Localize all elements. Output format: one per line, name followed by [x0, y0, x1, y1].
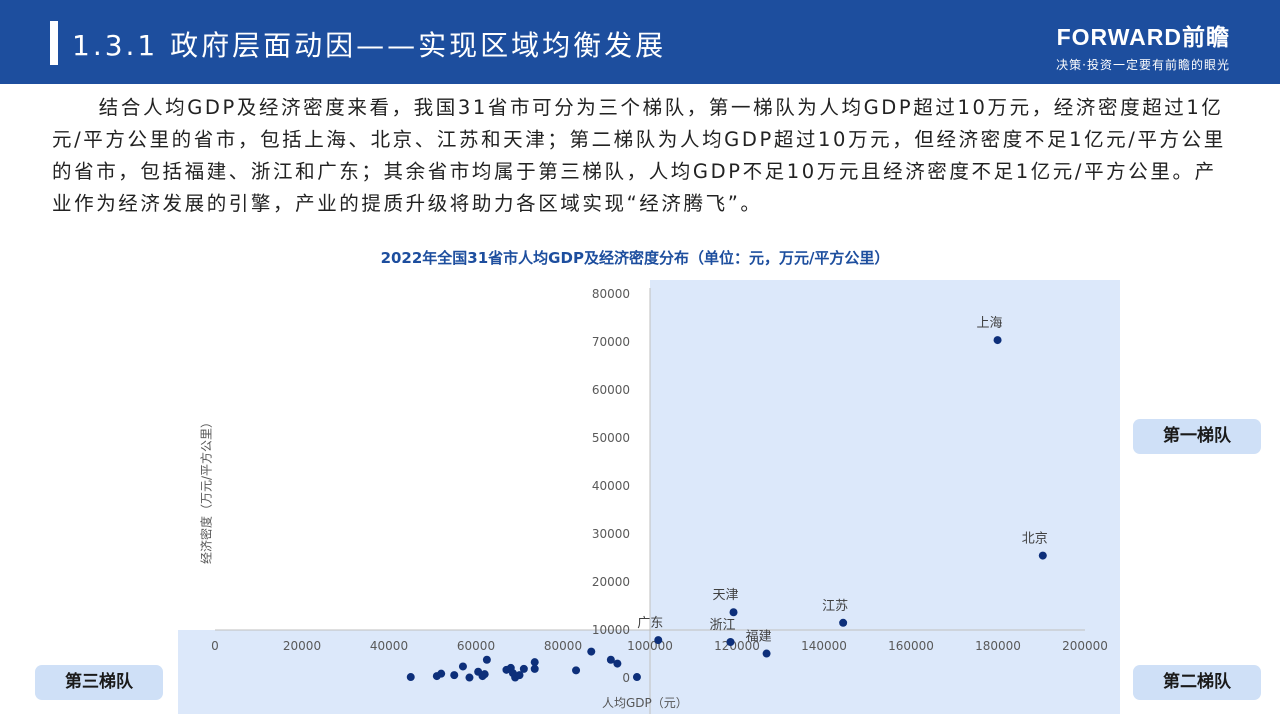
- x-tick-label: 160000: [888, 639, 934, 653]
- data-point-天津: [729, 608, 738, 617]
- data-point: [613, 659, 622, 668]
- data-point: [437, 669, 446, 678]
- data-label: 上海: [977, 316, 1003, 331]
- x-tick-label: 20000: [283, 639, 321, 653]
- scatter-chart: 0 20000 40000 60000 80000 100000 120000 140000 1…: [178, 280, 1120, 714]
- data-point-上海: [993, 336, 1002, 345]
- y-tick-label: 60000: [592, 383, 630, 397]
- data-point-浙江: [726, 638, 735, 646]
- data-point: [530, 664, 539, 673]
- tier-third-label: 第三梯队: [35, 665, 163, 700]
- x-tick-label: 140000: [801, 639, 847, 653]
- y-tick-label: 20000: [592, 575, 630, 589]
- data-point: [587, 647, 596, 656]
- data-point: [572, 666, 581, 675]
- x-tick-label: 0: [211, 639, 219, 653]
- y-tick-label: 50000: [592, 431, 630, 445]
- x-tick-label: 60000: [457, 639, 495, 653]
- x-tick-label: 100000: [627, 639, 673, 653]
- data-point: [632, 673, 641, 682]
- y-tick-label: 0: [622, 671, 630, 685]
- tier-second-label: 第二梯队: [1133, 665, 1261, 700]
- x-tick-label: 180000: [975, 639, 1021, 653]
- data-label: 天津: [713, 588, 739, 603]
- data-point: [482, 655, 491, 664]
- data-label: 北京: [1022, 532, 1048, 547]
- y-tick-label: 10000: [592, 623, 630, 637]
- y-tick-label: 40000: [592, 479, 630, 493]
- data-point: [519, 664, 528, 673]
- x-tick-label: 40000: [370, 639, 408, 653]
- data-point-江苏: [839, 618, 848, 627]
- y-tick-label: 80000: [592, 287, 630, 301]
- data-point-福建: [762, 649, 771, 658]
- x-tick-label: 80000: [544, 639, 582, 653]
- x-tick-label: 200000: [1062, 639, 1108, 653]
- x-axis-label: 人均GDP（元）: [602, 696, 688, 710]
- y-tick-label: 30000: [592, 527, 630, 541]
- data-label: 江苏: [822, 598, 848, 614]
- data-point: [458, 662, 467, 671]
- y-axis-label: 经济密度（万元/平方公里）: [199, 415, 214, 565]
- data-point: [450, 671, 459, 680]
- data-label: 浙江: [709, 618, 735, 633]
- data-label: 福建: [746, 630, 772, 645]
- y-tick-label: 70000: [592, 335, 630, 349]
- quadrant-first-shading: [650, 280, 1120, 630]
- data-point-广东: [654, 636, 663, 645]
- data-point: [480, 670, 489, 679]
- data-point: [465, 673, 474, 682]
- data-label: 广东: [637, 616, 663, 631]
- data-point: [406, 673, 415, 682]
- tier-first-label: 第一梯队: [1133, 419, 1261, 454]
- data-point-北京: [1038, 551, 1047, 560]
